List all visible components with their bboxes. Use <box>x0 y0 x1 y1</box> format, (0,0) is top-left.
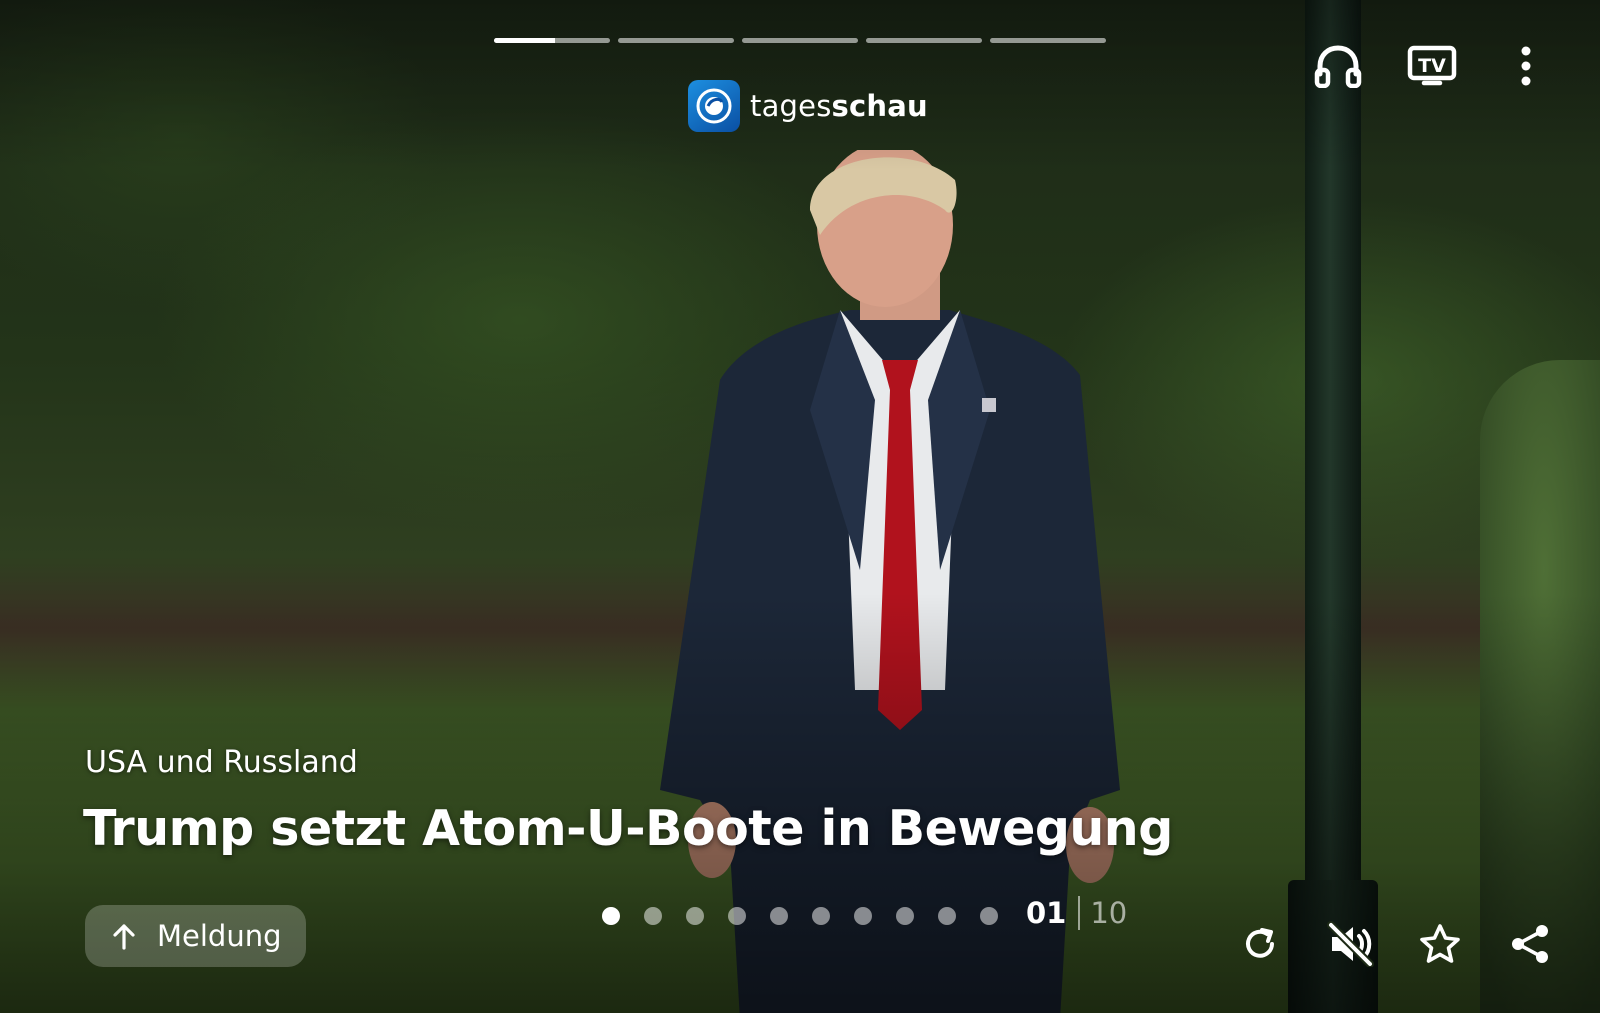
pager-dot[interactable] <box>896 907 914 925</box>
story-progress-segment <box>494 38 610 43</box>
pager-dot[interactable] <box>644 907 662 925</box>
meldung-button-label: Meldung <box>157 919 282 953</box>
pager-dot[interactable] <box>770 907 788 925</box>
article-kicker: USA und Russland <box>85 745 358 780</box>
pager-dot[interactable] <box>602 907 620 925</box>
brand-name-bold: schau <box>831 89 928 123</box>
replay-icon[interactable] <box>1234 918 1286 970</box>
story-progress-fill <box>494 38 556 43</box>
story-viewer: tagesschau TV USA und Russland Trump set… <box>0 0 1600 1013</box>
headphones-icon[interactable] <box>1312 40 1364 92</box>
story-pager <box>602 907 998 925</box>
tv-icon[interactable]: TV <box>1406 40 1458 92</box>
share-icon[interactable] <box>1504 918 1556 970</box>
arrow-up-icon <box>113 924 135 950</box>
brand-name-light: tages <box>750 89 832 123</box>
bottom-toolbar <box>1234 918 1556 970</box>
story-progress-segment <box>866 38 982 43</box>
story-progress-segment <box>990 38 1106 43</box>
story-progress-bar <box>494 38 1106 43</box>
top-toolbar: TV <box>1312 40 1552 92</box>
pager-dot[interactable] <box>980 907 998 925</box>
pager-dot[interactable] <box>686 907 704 925</box>
story-progress-segment <box>618 38 734 43</box>
counter-current: 01 <box>1026 896 1067 930</box>
tagesschau-logo-icon <box>688 80 740 132</box>
pager-dot[interactable] <box>938 907 956 925</box>
svg-text:TV: TV <box>1418 55 1446 77</box>
muted-speaker-icon[interactable] <box>1324 918 1376 970</box>
brand-logo: tagesschau <box>688 80 928 132</box>
counter-total: 10 <box>1090 896 1128 930</box>
article-headline[interactable]: Trump setzt Atom-U-Boote in Bewegung <box>83 800 1173 857</box>
pager-dot[interactable] <box>854 907 872 925</box>
pager-dot[interactable] <box>812 907 830 925</box>
counter-divider <box>1078 896 1081 930</box>
story-progress-segment <box>742 38 858 43</box>
meldung-button[interactable]: Meldung <box>85 905 306 967</box>
brand-name: tagesschau <box>750 89 928 123</box>
story-counter: 01 10 <box>1026 896 1127 930</box>
star-icon[interactable] <box>1414 918 1466 970</box>
more-vertical-icon[interactable] <box>1500 40 1552 92</box>
pager-dot[interactable] <box>728 907 746 925</box>
